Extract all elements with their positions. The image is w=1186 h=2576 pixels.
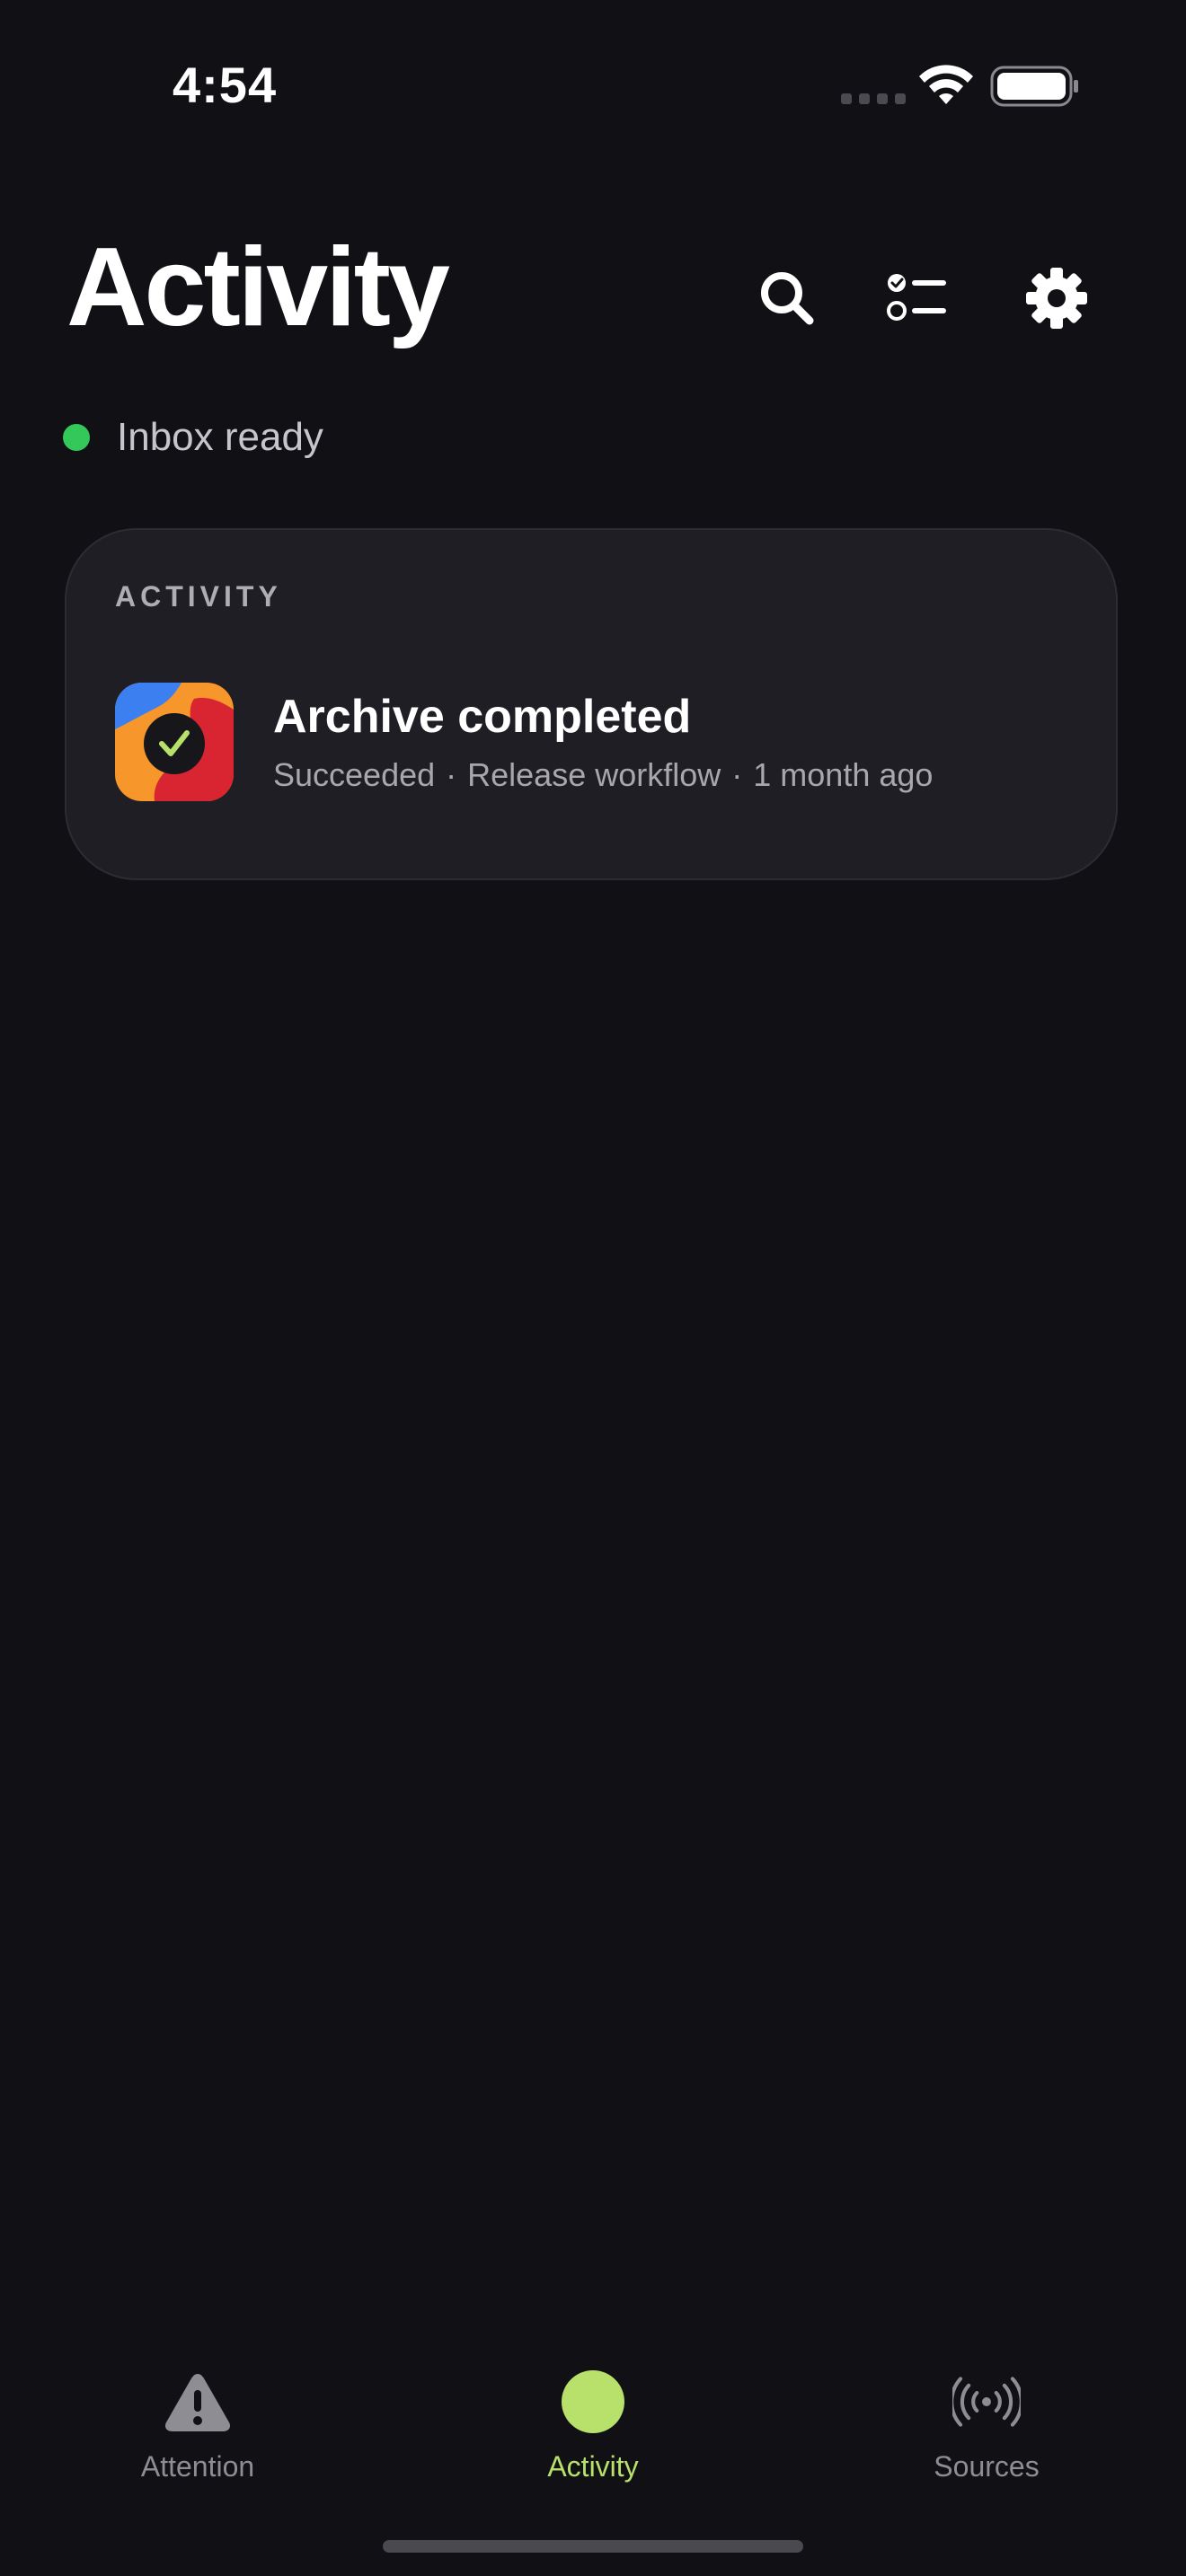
archive-app-icon	[115, 683, 234, 801]
broadcast-icon	[952, 2377, 1021, 2427]
gear-icon	[1026, 268, 1087, 329]
checklist-icon	[887, 274, 946, 321]
activity-dot-icon	[562, 2370, 624, 2433]
settings-button[interactable]	[1021, 262, 1093, 334]
separator: ·	[446, 756, 457, 793]
search-button[interactable]	[751, 262, 823, 334]
battery-icon	[990, 66, 1078, 107]
tab-bar: Attention Activity Sources	[0, 2353, 1186, 2497]
warning-triangle-icon	[164, 2374, 231, 2431]
activity-item-title: Archive completed	[273, 691, 692, 743]
separator: ·	[731, 756, 743, 793]
section-label: ACTIVITY	[115, 580, 282, 613]
activity-card: ACTIVITY Archive completed Succeeded · R…	[65, 528, 1118, 880]
status-text: Inbox ready	[117, 415, 323, 459]
inbox-status: Inbox ready	[63, 415, 323, 460]
activity-item-workflow: Release workflow	[467, 756, 721, 793]
wifi-icon	[919, 65, 973, 104]
search-icon	[761, 272, 814, 325]
tab-attention[interactable]: Attention	[90, 2368, 305, 2502]
status-bar-time: 4:54	[173, 57, 278, 113]
status-indicator-dot	[63, 424, 90, 451]
tab-label: Activity	[547, 2450, 639, 2483]
tab-label: Attention	[140, 2450, 255, 2483]
activity-item-time: 1 month ago	[753, 756, 934, 793]
cellular-signal-icon	[841, 93, 906, 104]
page-title: Activity	[66, 225, 450, 349]
tab-activity[interactable]: Activity	[485, 2368, 701, 2502]
home-indicator	[383, 2540, 803, 2553]
activity-item-text: Archive completed Succeeded · Release wo…	[273, 690, 933, 794]
tasks-button[interactable]	[881, 262, 952, 334]
activity-item-status: Succeeded	[273, 756, 436, 793]
tab-sources[interactable]: Sources	[879, 2368, 1094, 2502]
activity-item-subtitle: Succeeded · Release workflow · 1 month a…	[273, 756, 933, 794]
tab-label: Sources	[934, 2450, 1040, 2483]
activity-item-archive-completed[interactable]: Archive completed Succeeded · Release wo…	[115, 681, 1067, 803]
